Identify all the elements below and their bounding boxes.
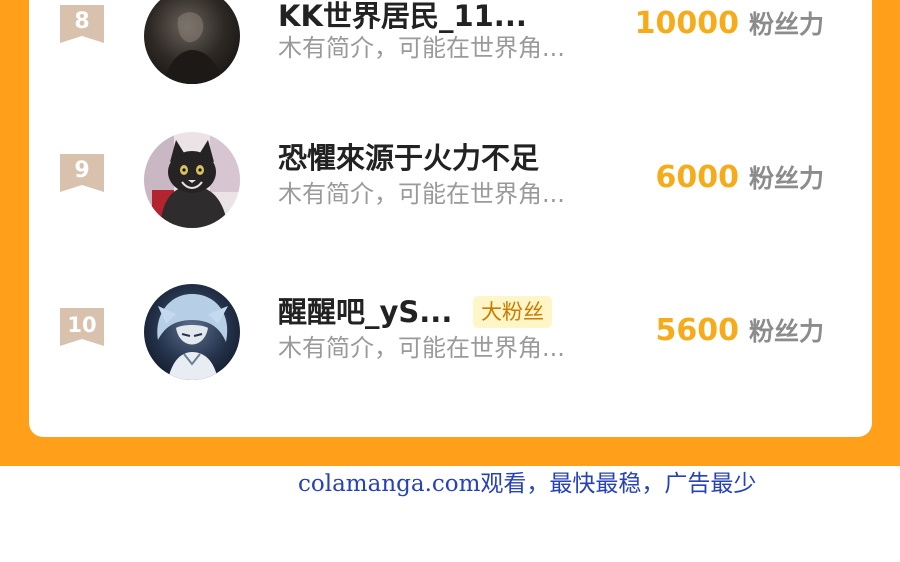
avatar-image [144, 284, 240, 380]
leaderboard-row[interactable]: 10 醒醒吧_yS... 大粉丝 木有简介，可能在世界角... 5600 粉丝力 [29, 270, 872, 390]
username[interactable]: KK世界居民_11... [278, 0, 527, 33]
fan-power-score: 10000 粉丝力 [635, 4, 824, 44]
score-unit-label: 粉丝力 [748, 317, 824, 346]
rank-ribbon-badge: 9 [60, 154, 104, 192]
user-bio: 木有简介，可能在世界角... [278, 34, 565, 62]
user-avatar[interactable] [144, 132, 240, 228]
leaderboard-row[interactable]: 8 KK世界居民_11... 木有简介，可能在世界角... 10000 粉丝力 [29, 0, 872, 100]
fan-power-score: 6000 粉丝力 [655, 158, 824, 198]
score-unit-label: 粉丝力 [748, 10, 824, 39]
username[interactable]: 恐懼來源于火力不足 [278, 141, 539, 175]
user-bio: 木有简介，可能在世界角... [278, 180, 565, 208]
avatar-image [144, 0, 240, 84]
score-value: 6000 [655, 160, 739, 195]
username[interactable]: 醒醒吧_yS... [278, 295, 452, 329]
fan-power-score: 5600 粉丝力 [655, 311, 824, 351]
score-value: 10000 [634, 6, 739, 41]
rank-number: 10 [67, 313, 97, 337]
rank-number: 8 [74, 9, 90, 34]
user-bio: 木有简介，可能在世界角... [278, 334, 565, 362]
leaderboard-row[interactable]: 9 恐懼來源于火力不足 木有简介，可能在世界角... 6000 粉丝力 [29, 120, 872, 240]
rank-number: 9 [74, 158, 90, 183]
rank-ribbon-badge: 8 [60, 5, 104, 43]
big-fan-badge: 大粉丝 [473, 296, 552, 328]
rank-ribbon-badge: 10 [60, 308, 104, 346]
leaderboard-card: 8 KK世界居民_11... 木有简介，可能在世界角... 10000 粉丝力 [29, 0, 872, 437]
site-watermark: colamanga.com观看，最快最稳，广告最少 [298, 471, 757, 497]
user-avatar[interactable] [144, 0, 240, 84]
score-value: 5600 [655, 313, 739, 348]
score-unit-label: 粉丝力 [748, 164, 824, 193]
avatar-image [144, 132, 240, 228]
user-avatar[interactable] [144, 284, 240, 380]
